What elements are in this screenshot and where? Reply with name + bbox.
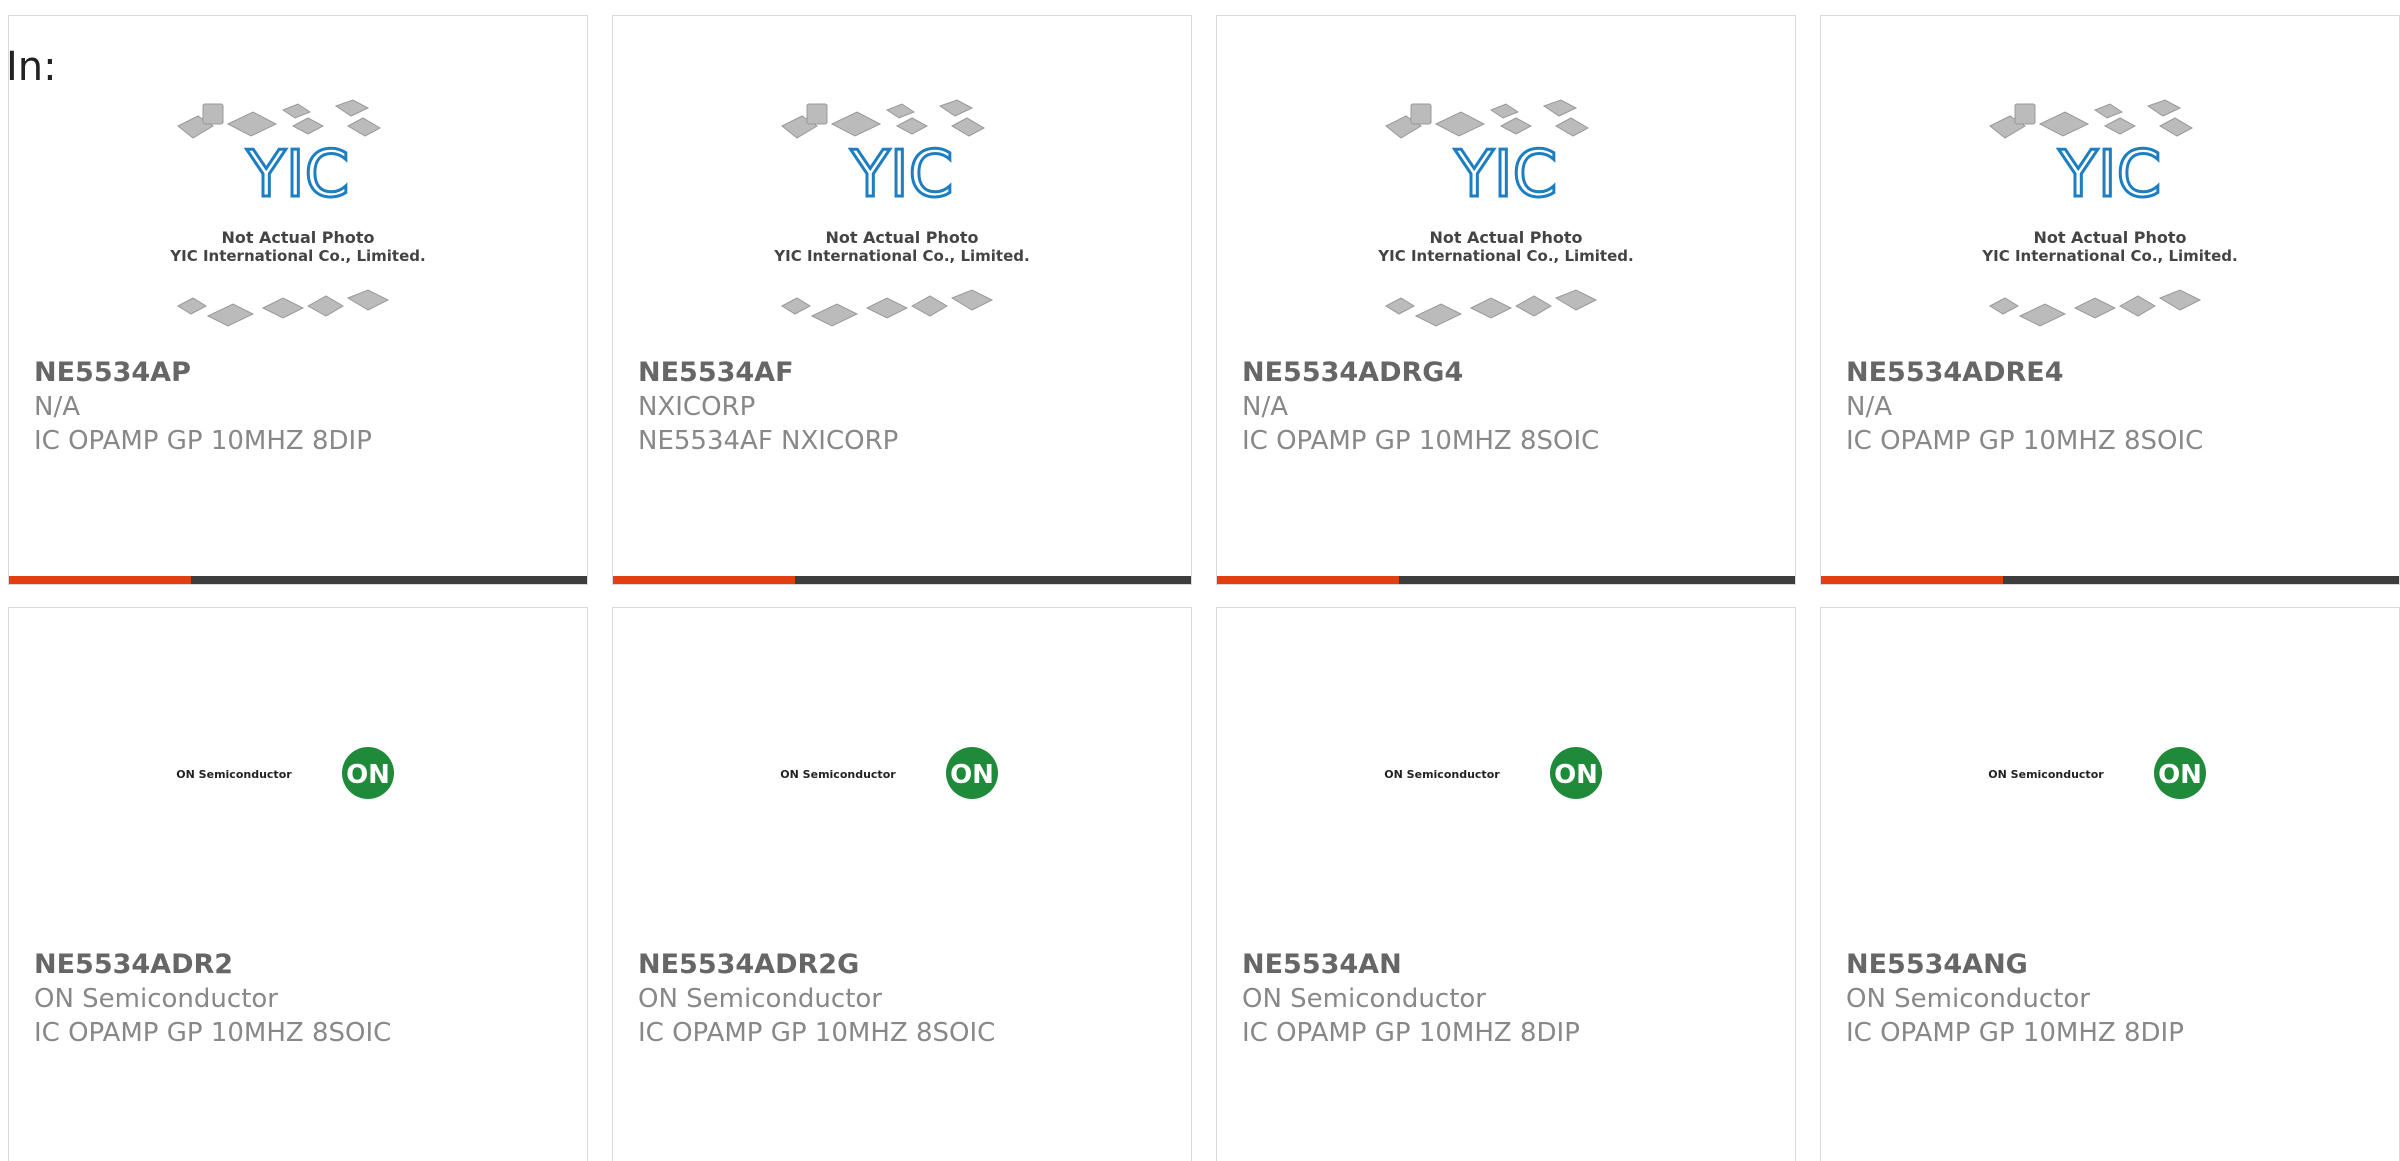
on-brand-text: ON Semiconductor: [176, 768, 292, 781]
on-semiconductor-logo: ON Semiconductor ON: [1988, 747, 2206, 799]
manufacturer: N/A: [1242, 392, 1288, 422]
card-bottom-bar: [1821, 576, 2399, 584]
on-mark-text: ON: [346, 760, 390, 790]
card-accent-bar: [1821, 576, 2003, 584]
on-brand-text: ON Semiconductor: [1988, 768, 2104, 781]
card-bottom-bar: [9, 576, 587, 584]
product-card[interactable]: ON Semiconductor ON NE5534ADR2 ON Semico…: [8, 607, 588, 1161]
on-mark-text: ON: [950, 760, 994, 790]
product-meta: NE5534ADRE4 N/A IC OPAMP GP 10MHZ 8SOIC: [1846, 356, 2379, 458]
yic-logo-icon: YIC: [246, 138, 350, 212]
placeholder-line2: YIC International Co., Limited.: [773, 247, 1029, 265]
product-meta: NE5534ADR2G ON Semiconductor IC OPAMP GP…: [638, 948, 1171, 1050]
manufacturer: ON Semiconductor: [1242, 984, 1486, 1014]
manufacturer: NXICORP: [638, 392, 756, 422]
part-number[interactable]: NE5534ADRG4: [1242, 356, 1775, 390]
description: IC OPAMP GP 10MHZ 8SOIC: [638, 1018, 996, 1048]
on-mark-text: ON: [2158, 760, 2202, 790]
on-semiconductor-logo: ON Semiconductor ON: [1384, 747, 1602, 799]
manufacturer: ON Semiconductor: [1846, 984, 2090, 1014]
card-accent-bar: [613, 576, 795, 584]
description: IC OPAMP GP 10MHZ 8DIP: [1846, 1018, 2184, 1048]
placeholder-line1: Not Actual Photo: [825, 228, 978, 247]
manufacturer: N/A: [34, 392, 80, 422]
product-image[interactable]: YIC Not Actual Photo YIC International C…: [1217, 96, 1795, 366]
part-number[interactable]: NE5534AN: [1242, 948, 1775, 982]
product-image[interactable]: YIC Not Actual Photo YIC International C…: [613, 96, 1191, 366]
description: IC OPAMP GP 10MHZ 8SOIC: [1846, 426, 2204, 456]
product-grid: YIC Not Actual Photo YIC International C…: [8, 15, 2400, 1161]
product-card[interactable]: YIC Not Actual Photo YIC International C…: [8, 15, 588, 585]
yic-placeholder-image: YIC Not Actual Photo YIC International C…: [773, 99, 1030, 327]
description: IC OPAMP GP 10MHZ 8SOIC: [1242, 426, 1600, 456]
product-card[interactable]: ON Semiconductor ON NE5534ADR2G ON Semic…: [612, 607, 1192, 1161]
on-brand-text: ON Semiconductor: [1384, 768, 1500, 781]
product-grid-page: YIC Not Actual Photo YIC International C…: [0, 0, 2400, 1161]
product-image[interactable]: ON Semiconductor ON: [1217, 738, 1795, 818]
placeholder-line2: YIC International Co., Limited.: [169, 247, 425, 265]
part-number[interactable]: NE5534AF: [638, 356, 1171, 390]
on-brand-text: ON Semiconductor: [780, 768, 896, 781]
card-accent-bar: [9, 576, 191, 584]
yic-logo-icon: YIC: [1454, 138, 1558, 212]
product-card[interactable]: YIC Not Actual Photo YIC International C…: [1216, 15, 1796, 585]
card-bottom-bar: [613, 576, 1191, 584]
on-semiconductor-logo: ON Semiconductor ON: [176, 747, 394, 799]
part-number[interactable]: NE5534ANG: [1846, 948, 2379, 982]
on-mark-text: ON: [1554, 760, 1598, 790]
product-image[interactable]: ON Semiconductor ON: [613, 738, 1191, 818]
card-bottom-bar: [1217, 576, 1795, 584]
description: IC OPAMP GP 10MHZ 8DIP: [1242, 1018, 1580, 1048]
product-card[interactable]: ON Semiconductor ON NE5534ANG ON Semicon…: [1820, 607, 2400, 1161]
placeholder-line2: YIC International Co., Limited.: [1377, 247, 1633, 265]
yic-placeholder-image: YIC Not Actual Photo YIC International C…: [169, 99, 426, 327]
product-image[interactable]: ON Semiconductor ON: [9, 738, 587, 818]
placeholder-line2: YIC International Co., Limited.: [1981, 247, 2237, 265]
manufacturer: ON Semiconductor: [34, 984, 278, 1014]
product-meta: NE5534ADRG4 N/A IC OPAMP GP 10MHZ 8SOIC: [1242, 356, 1775, 458]
product-image[interactable]: YIC Not Actual Photo YIC International C…: [9, 96, 587, 366]
placeholder-line1: Not Actual Photo: [2033, 228, 2186, 247]
product-meta: NE5534ANG ON Semiconductor IC OPAMP GP 1…: [1846, 948, 2379, 1050]
description: IC OPAMP GP 10MHZ 8SOIC: [34, 1018, 392, 1048]
product-card[interactable]: ON Semiconductor ON NE5534AN ON Semicond…: [1216, 607, 1796, 1161]
yic-placeholder-image: YIC Not Actual Photo YIC International C…: [1377, 99, 1634, 327]
part-number[interactable]: NE5534AP: [34, 356, 567, 390]
product-image[interactable]: YIC Not Actual Photo YIC International C…: [1821, 96, 2399, 366]
part-number[interactable]: NE5534ADRE4: [1846, 356, 2379, 390]
on-semiconductor-logo: ON Semiconductor ON: [780, 747, 998, 799]
manufacturer: N/A: [1846, 392, 1892, 422]
card-accent-bar: [1217, 576, 1399, 584]
description: NE5534AF NXICORP: [638, 426, 899, 456]
yic-logo-icon: YIC: [2058, 138, 2162, 212]
product-meta: NE5534ADR2 ON Semiconductor IC OPAMP GP …: [34, 948, 567, 1050]
product-card[interactable]: YIC Not Actual Photo YIC International C…: [1820, 15, 2400, 585]
product-meta: NE5534AN ON Semiconductor IC OPAMP GP 10…: [1242, 948, 1775, 1050]
product-meta: NE5534AF NXICORP NE5534AF NXICORP: [638, 356, 1171, 458]
manufacturer: ON Semiconductor: [638, 984, 882, 1014]
product-image[interactable]: ON Semiconductor ON: [1821, 738, 2399, 818]
yic-logo-icon: YIC: [850, 138, 954, 212]
placeholder-line1: Not Actual Photo: [221, 228, 374, 247]
part-number[interactable]: NE5534ADR2: [34, 948, 567, 982]
in-label: In:: [6, 44, 57, 90]
product-card[interactable]: YIC Not Actual Photo YIC International C…: [612, 15, 1192, 585]
product-meta: NE5534AP N/A IC OPAMP GP 10MHZ 8DIP: [34, 356, 567, 458]
placeholder-line1: Not Actual Photo: [1429, 228, 1582, 247]
yic-placeholder-image: YIC Not Actual Photo YIC International C…: [1981, 99, 2238, 327]
part-number[interactable]: NE5534ADR2G: [638, 948, 1171, 982]
description: IC OPAMP GP 10MHZ 8DIP: [34, 426, 372, 456]
